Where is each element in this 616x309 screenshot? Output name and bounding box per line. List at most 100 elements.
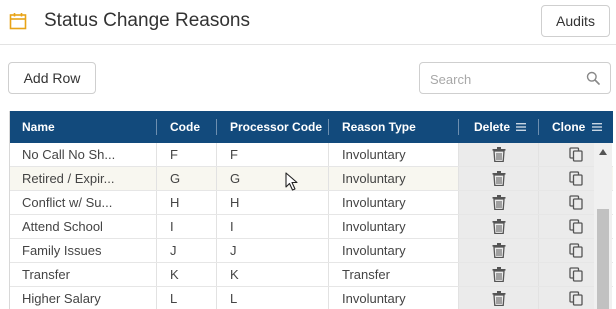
table-row[interactable]: Conflict w/ Su... H H Involuntary (10, 191, 613, 215)
cell-code[interactable]: G (170, 167, 210, 190)
cell-name[interactable]: Family Issues (22, 239, 152, 262)
cell-reason-type[interactable]: Involuntary (342, 239, 452, 262)
column-menu-icon[interactable] (516, 122, 527, 131)
column-divider[interactable] (156, 119, 157, 135)
grid-header: Name Code Processor Code Reason Type Del… (10, 111, 613, 143)
column-divider[interactable] (538, 119, 539, 135)
trash-icon[interactable] (492, 243, 506, 258)
cell-processor-code[interactable]: L (230, 287, 320, 309)
cell-name[interactable]: No Call No Sh... (22, 143, 152, 166)
column-header-reason-type[interactable]: Reason Type (342, 111, 416, 143)
scrollbar-thumb[interactable] (597, 209, 609, 309)
cell-divider (156, 215, 157, 238)
table-row[interactable]: Family Issues J J Involuntary (10, 239, 613, 263)
cell-code[interactable]: J (170, 239, 210, 262)
copy-icon[interactable] (569, 267, 583, 282)
scroll-up-arrow-icon[interactable] (599, 149, 607, 155)
cell-code[interactable]: K (170, 263, 210, 286)
cell-code[interactable]: H (170, 191, 210, 214)
cell-divider (328, 287, 329, 309)
column-header-processor-code[interactable]: Processor Code (230, 111, 322, 143)
cell-divider (328, 215, 329, 238)
cell-processor-code[interactable]: H (230, 191, 320, 214)
cell-divider (216, 191, 217, 214)
cell-reason-type[interactable]: Involuntary (342, 215, 452, 238)
search-input[interactable] (430, 70, 580, 88)
copy-icon[interactable] (569, 147, 583, 162)
cell-reason-type[interactable]: Involuntary (342, 191, 452, 214)
column-divider[interactable] (458, 119, 459, 135)
search-box[interactable] (419, 62, 611, 94)
cell-code[interactable]: I (170, 215, 210, 238)
column-header-delete[interactable]: Delete (474, 111, 527, 143)
cell-name[interactable]: Transfer (22, 263, 152, 286)
audits-button[interactable]: Audits (541, 5, 610, 37)
page-title: Status Change Reasons (44, 10, 250, 31)
copy-icon[interactable] (569, 195, 583, 210)
cell-divider (458, 263, 459, 286)
cell-processor-code[interactable]: J (230, 239, 320, 262)
column-header-code[interactable]: Code (170, 111, 200, 143)
table-row[interactable]: Transfer K K Transfer (10, 263, 613, 287)
cell-processor-code[interactable]: F (230, 143, 320, 166)
trash-icon[interactable] (492, 147, 506, 162)
column-divider[interactable] (328, 119, 329, 135)
cell-reason-type[interactable]: Involuntary (342, 287, 452, 309)
cell-name[interactable]: Retired / Expir... (22, 167, 152, 190)
cell-divider (458, 143, 459, 166)
calendar-icon (9, 13, 27, 30)
column-header-clone-label: Clone (552, 120, 586, 134)
cell-processor-code[interactable]: K (230, 263, 320, 286)
cell-code[interactable]: F (170, 143, 210, 166)
cell-divider (216, 143, 217, 166)
vertical-scrollbar[interactable] (594, 143, 612, 309)
table-row[interactable]: Higher Salary L L Involuntary (10, 287, 613, 309)
clone-cell (539, 239, 595, 262)
cell-reason-type[interactable]: Involuntary (342, 143, 452, 166)
cell-name[interactable]: Higher Salary (22, 287, 152, 309)
cell-reason-type[interactable]: Involuntary (342, 167, 452, 190)
trash-icon[interactable] (492, 267, 506, 282)
cell-processor-code[interactable]: I (230, 215, 320, 238)
column-menu-icon[interactable] (591, 122, 602, 131)
column-divider[interactable] (216, 119, 217, 135)
cell-divider (538, 263, 539, 286)
cell-divider (458, 167, 459, 190)
table-row[interactable]: No Call No Sh... F F Involuntary (10, 143, 613, 167)
cell-divider (538, 167, 539, 190)
trash-icon[interactable] (492, 291, 506, 306)
add-row-button[interactable]: Add Row (8, 62, 96, 94)
cell-divider (458, 239, 459, 262)
cell-divider (156, 287, 157, 309)
column-header-clone[interactable]: Clone (552, 111, 602, 143)
mouse-cursor-icon (285, 172, 298, 191)
cell-divider (216, 167, 217, 190)
cell-name[interactable]: Attend School (22, 215, 152, 238)
cell-code[interactable]: L (170, 287, 210, 309)
cell-divider (538, 191, 539, 214)
clone-cell (539, 191, 595, 214)
cell-divider (328, 167, 329, 190)
cell-divider (156, 143, 157, 166)
copy-icon[interactable] (569, 219, 583, 234)
table-row[interactable]: Attend School I I Involuntary (10, 215, 613, 239)
trash-icon[interactable] (492, 195, 506, 210)
clone-cell (539, 263, 595, 286)
cell-divider (328, 143, 329, 166)
cell-processor-code[interactable]: G (230, 167, 320, 190)
search-icon[interactable] (586, 71, 600, 85)
cell-divider (538, 215, 539, 238)
copy-icon[interactable] (569, 243, 583, 258)
clone-cell (539, 287, 595, 309)
page-header: Status Change Reasons Audits (0, 0, 616, 45)
trash-icon[interactable] (492, 171, 506, 186)
cell-reason-type[interactable]: Transfer (342, 263, 452, 286)
trash-icon[interactable] (492, 219, 506, 234)
cell-name[interactable]: Conflict w/ Su... (22, 191, 152, 214)
copy-icon[interactable] (569, 291, 583, 306)
cell-divider (156, 263, 157, 286)
column-header-name[interactable]: Name (22, 111, 55, 143)
table-row[interactable]: Retired / Expir... G G Involuntary (10, 167, 613, 191)
copy-icon[interactable] (569, 171, 583, 186)
clone-cell (539, 167, 595, 190)
